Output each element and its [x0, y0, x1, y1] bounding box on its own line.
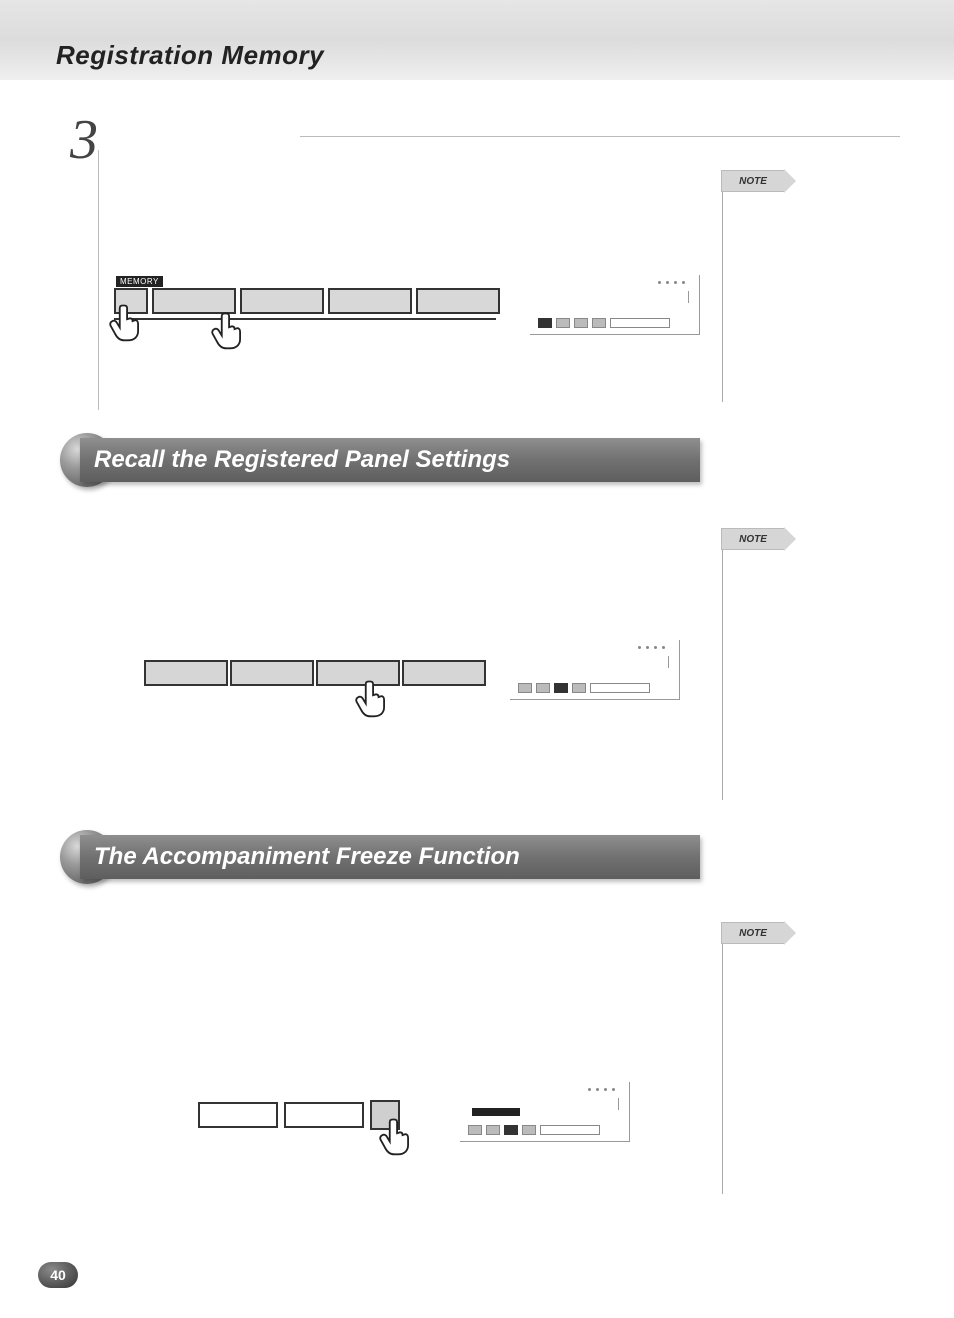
memory-label: MEMORY	[116, 276, 163, 287]
note-tab: NOTE	[721, 528, 785, 550]
page-number-badge: 40	[38, 1262, 78, 1288]
lcd-dots	[588, 1088, 615, 1091]
button-row-underline	[114, 318, 496, 320]
hand-pointer-icon	[352, 676, 396, 720]
reg-button-2	[240, 288, 324, 314]
lcd-display	[530, 275, 700, 335]
hand-pointer-icon	[208, 308, 252, 352]
note-divider	[722, 550, 723, 800]
note-label: NOTE	[739, 928, 767, 939]
freeze-button-2	[284, 1102, 364, 1128]
reg-button-4	[402, 660, 486, 686]
lcd-meter	[538, 318, 670, 328]
lcd-meter	[468, 1125, 600, 1135]
reg-button-1	[144, 660, 228, 686]
lcd-tick	[688, 291, 689, 303]
reg-button-3	[328, 288, 412, 314]
hand-pointer-icon	[376, 1114, 420, 1158]
reg-button-4	[416, 288, 500, 314]
reg-button-2	[230, 660, 314, 686]
lcd-meter	[518, 683, 650, 693]
note-label: NOTE	[739, 534, 767, 545]
button-row-memory	[114, 288, 500, 314]
section-heading-freeze: The Accompaniment Freeze Function	[80, 835, 700, 879]
note-tab: NOTE	[721, 922, 785, 944]
note-divider	[722, 944, 723, 1194]
lcd-dots	[658, 281, 685, 284]
section-title: Recall the Registered Panel Settings	[94, 446, 510, 474]
lcd-tick	[668, 656, 669, 668]
page-number: 40	[50, 1267, 66, 1283]
button-row-recall	[144, 660, 486, 686]
lcd-tick	[618, 1098, 619, 1110]
hand-pointer-icon	[106, 300, 150, 344]
button-row-freeze	[198, 1100, 400, 1130]
step-number: 3	[70, 108, 98, 172]
lcd-display	[510, 640, 680, 700]
step-rule	[300, 136, 900, 137]
freeze-button-1	[198, 1102, 278, 1128]
note-tab: NOTE	[721, 170, 785, 192]
page-title: Registration Memory	[56, 40, 324, 71]
note-divider	[722, 192, 723, 402]
step-divider	[98, 150, 99, 410]
section-title: The Accompaniment Freeze Function	[94, 843, 520, 871]
lcd-bar	[472, 1108, 520, 1116]
lcd-display	[460, 1082, 630, 1142]
section-heading-recall: Recall the Registered Panel Settings	[80, 438, 700, 482]
lcd-dots	[638, 646, 665, 649]
note-label: NOTE	[739, 176, 767, 187]
